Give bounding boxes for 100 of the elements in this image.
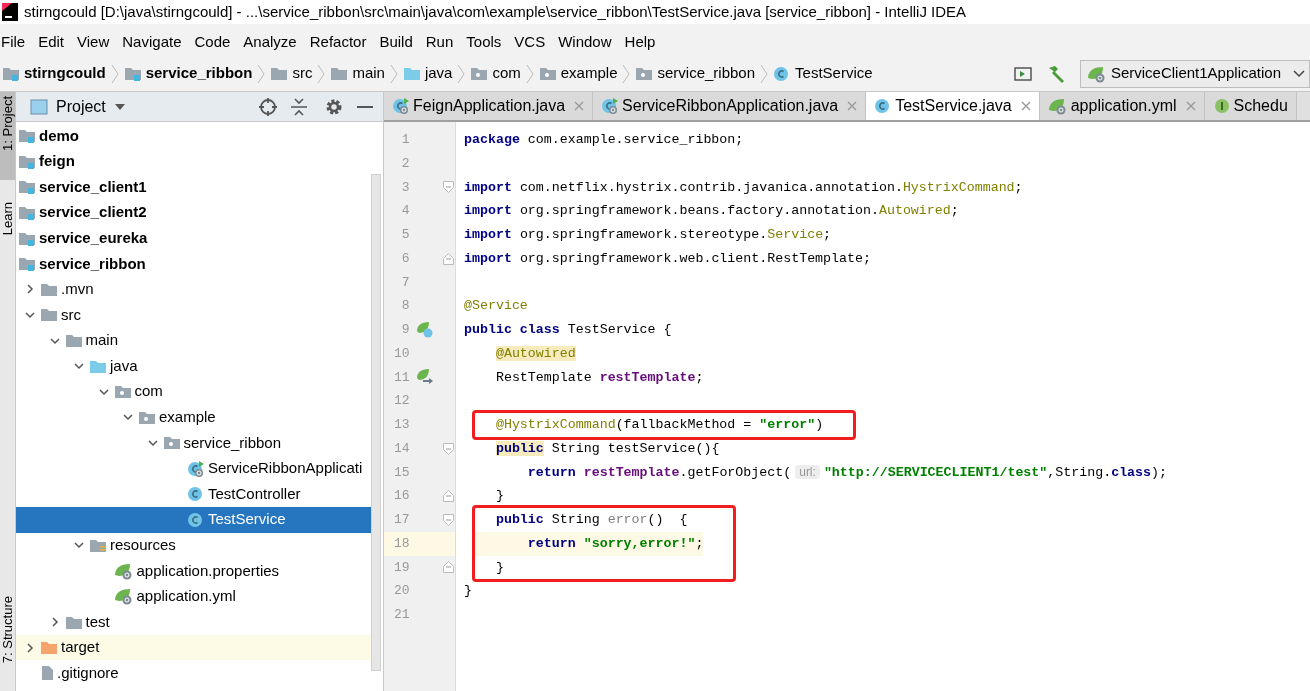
- menu-item[interactable]: Edit: [38, 30, 65, 54]
- close-icon[interactable]: [1020, 101, 1031, 111]
- chevron-right-icon[interactable]: [25, 284, 35, 295]
- menu-item[interactable]: Run: [425, 30, 454, 54]
- code-line: public String testService(){: [494, 440, 720, 456]
- crosshair-icon[interactable]: [259, 97, 277, 116]
- editor-tab[interactable]: ServiceRibbonApplication.java: [593, 92, 867, 120]
- caret-icon[interactable]: [113, 102, 126, 111]
- fold-start-icon[interactable]: [442, 442, 454, 455]
- tool-window-button[interactable]: 7: Structure: [0, 595, 15, 691]
- tree-item[interactable]: .mvn: [16, 276, 371, 303]
- line-number: 17: [393, 511, 410, 529]
- code-line: }: [464, 583, 472, 599]
- tree-item[interactable]: application.yml: [16, 583, 371, 610]
- menu-item[interactable]: View: [77, 30, 110, 54]
- settings-icon[interactable]: [325, 97, 343, 116]
- tree-item[interactable]: target: [16, 634, 371, 661]
- breadcrumb[interactable]: java: [402, 62, 453, 85]
- tree-item[interactable]: com: [16, 378, 371, 405]
- tree-item-label: .mvn: [61, 279, 94, 300]
- tree-item[interactable]: resources: [16, 532, 371, 559]
- editor-tab[interactable]: Schedu: [1204, 92, 1297, 120]
- tool-window-button[interactable]: Learn: [0, 180, 15, 236]
- tree-item[interactable]: ServiceRibbonApplicati: [16, 455, 371, 482]
- breadcrumb[interactable]: src: [270, 62, 313, 85]
- editor-tab[interactable]: application.yml: [1039, 92, 1205, 120]
- collapse-icon[interactable]: [291, 97, 307, 116]
- scrollbar[interactable]: [371, 174, 381, 671]
- tree-item-label: service_eureka: [39, 227, 148, 248]
- run-configuration-dropdown[interactable]: ServiceClient1Application: [1079, 59, 1310, 88]
- menu-item[interactable]: Analyze: [243, 30, 297, 54]
- source-icon: [89, 358, 107, 374]
- module-icon: [18, 205, 36, 221]
- menu-item[interactable]: Build: [379, 30, 413, 54]
- chevron-down-icon[interactable]: [98, 386, 109, 397]
- spring-leaf-icon: [1086, 64, 1107, 83]
- chevron-down-icon[interactable]: [49, 335, 60, 346]
- tree-item[interactable]: main: [16, 327, 371, 354]
- package-icon: [162, 435, 181, 451]
- chevron-down-icon[interactable]: [74, 361, 84, 372]
- class-icon: [187, 485, 205, 504]
- breadcrumb[interactable]: com: [470, 62, 521, 85]
- tree-item-label: TestService: [208, 509, 286, 530]
- tree-item[interactable]: application.properties: [16, 558, 371, 584]
- tree-item[interactable]: src: [16, 302, 371, 328]
- code-line: }: [494, 559, 504, 575]
- tree-item[interactable]: .gitignore: [16, 660, 371, 687]
- code-line: @HystrixCommand(fallbackMethod = "error"): [494, 417, 824, 432]
- tree-item[interactable]: service_client2: [16, 199, 371, 226]
- tree-item[interactable]: service_ribbon: [16, 250, 371, 277]
- tree-item[interactable]: java: [16, 353, 371, 379]
- tree-item[interactable]: service_client1: [16, 174, 371, 200]
- chevron-down-icon[interactable]: [147, 437, 158, 448]
- breadcrumb[interactable]: service_ribbon: [635, 62, 756, 85]
- breadcrumb[interactable]: example: [538, 62, 618, 85]
- menu-item[interactable]: Window: [558, 30, 612, 54]
- tool-window-button[interactable]: 1: Project: [0, 92, 15, 180]
- tree-item[interactable]: example: [16, 404, 371, 431]
- editor-tab[interactable]: TestService.java: [866, 92, 1040, 120]
- menu-item[interactable]: Navigate: [122, 30, 182, 54]
- tree-item[interactable]: service_ribbon: [16, 430, 371, 456]
- fold-start-icon[interactable]: [442, 513, 454, 526]
- line-number: 10: [393, 344, 410, 363]
- chevron-down-icon[interactable]: [123, 412, 133, 423]
- menu-item[interactable]: Refactor: [309, 30, 367, 54]
- chevron-right-icon[interactable]: [25, 642, 35, 653]
- breadcrumb[interactable]: service_ribbon: [123, 62, 253, 85]
- menu-item[interactable]: VCS: [514, 30, 546, 54]
- menu-item[interactable]: Code: [194, 30, 231, 54]
- chevron-down-icon[interactable]: [25, 309, 35, 320]
- tree-item[interactable]: TestService: [16, 506, 371, 533]
- tree-item[interactable]: feign: [16, 148, 371, 175]
- tree-item[interactable]: test: [16, 609, 371, 635]
- chevron-right-icon: [760, 63, 769, 84]
- tree-item-label: service_client1: [39, 176, 147, 197]
- autowired-icon[interactable]: [416, 368, 435, 387]
- line-number: 21: [393, 606, 410, 624]
- chevron-right-icon[interactable]: [49, 617, 60, 628]
- code-line: package com.example.service_ribbon;: [464, 132, 744, 147]
- menu-item[interactable]: Help: [624, 30, 656, 54]
- folder-icon: [64, 333, 83, 349]
- module-icon: [18, 179, 36, 195]
- breadcrumb[interactable]: main: [330, 62, 385, 85]
- line-number: 1: [400, 131, 410, 149]
- menu-item[interactable]: Tools: [466, 30, 502, 54]
- tree-item[interactable]: service_eureka: [16, 225, 371, 251]
- chevron-down-icon[interactable]: [74, 540, 84, 551]
- menu-item[interactable]: File: [1, 30, 26, 54]
- code-line: import org.springframework.web.client.RestTemplate;: [464, 250, 871, 266]
- tree-item-label: service_ribbon: [39, 253, 146, 274]
- line-number: 19: [393, 558, 410, 577]
- tree-item[interactable]: TestController: [16, 481, 371, 507]
- line-number: 3: [400, 178, 410, 197]
- breadcrumb[interactable]: TestService: [773, 62, 873, 85]
- panel-title[interactable]: Project: [56, 94, 106, 119]
- editor-tab[interactable]: FeignApplication.java: [384, 92, 594, 120]
- tree-item[interactable]: demo: [16, 123, 371, 149]
- breadcrumb[interactable]: stirngcould: [2, 62, 106, 85]
- fold-start-icon[interactable]: [442, 181, 454, 194]
- run-window-icon[interactable]: [1013, 65, 1032, 82]
